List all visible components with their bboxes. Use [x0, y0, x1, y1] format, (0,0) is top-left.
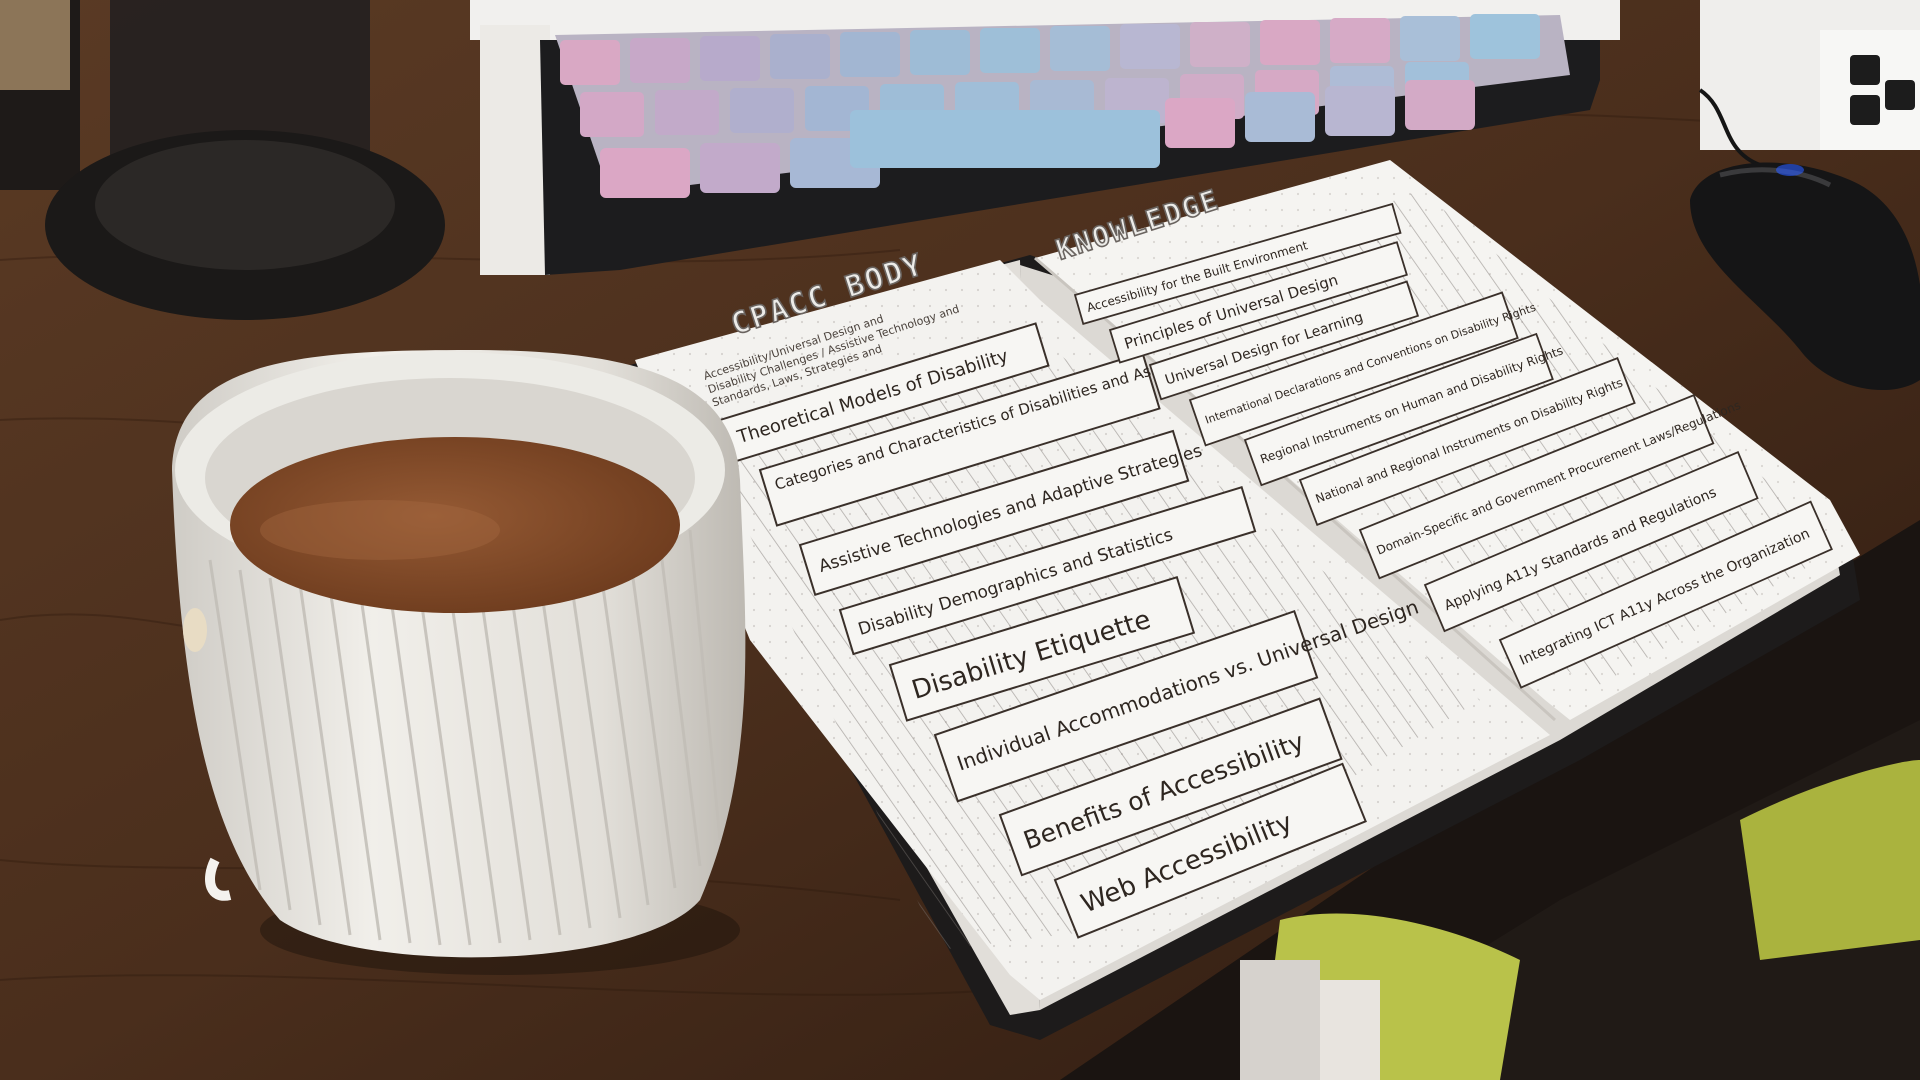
coffee-mug	[172, 350, 746, 975]
right-devices	[1698, 0, 1920, 167]
desk-scene: CPACC BODY Accessibility/Universal Desig…	[0, 0, 1920, 1080]
